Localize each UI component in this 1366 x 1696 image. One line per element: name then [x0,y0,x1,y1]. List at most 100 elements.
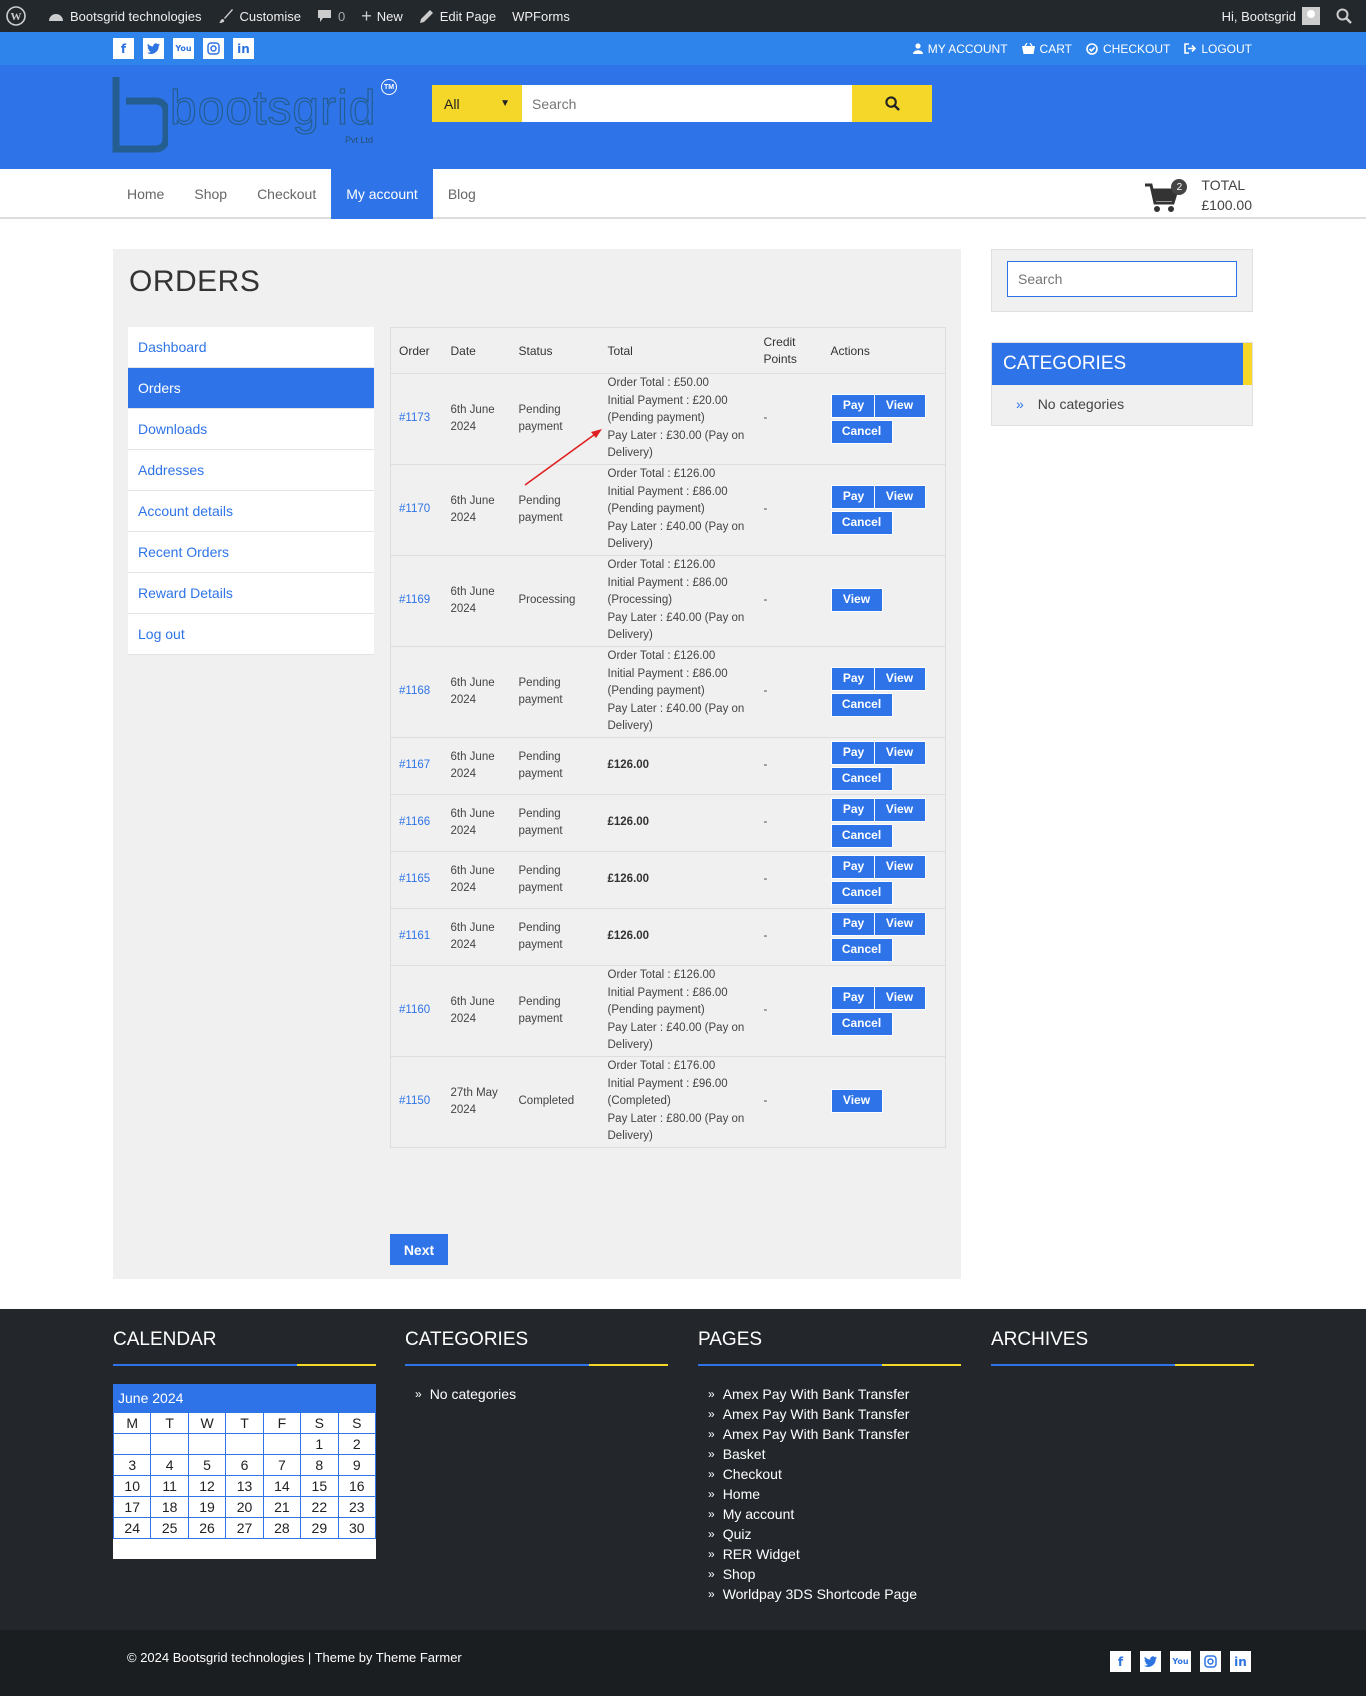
instagram-icon[interactable] [1200,1651,1221,1672]
mini-cart[interactable]: 2 TOTAL £100.00 [1143,175,1252,215]
customise-link[interactable]: Customise [210,0,309,32]
order-number-link[interactable]: #1168 [399,685,430,697]
user-menu[interactable]: Hi, Bootsgrid [1214,0,1328,32]
comments-link[interactable]: 0 [309,0,353,32]
my-account-link[interactable]: MY ACCOUNT [912,42,1008,56]
next-page-button[interactable]: Next [390,1234,448,1265]
edit-page-link[interactable]: Edit Page [411,0,504,32]
cancel-order-button[interactable]: Cancel [830,1012,893,1036]
account-nav-account-details[interactable]: Account details [128,491,374,532]
facebook-icon[interactable]: f [113,38,134,59]
category-select[interactable]: All ▼ [432,85,522,122]
nav-item-shop[interactable]: Shop [179,169,242,219]
nav-item-checkout[interactable]: Checkout [242,169,331,219]
view-order-button[interactable]: View [873,986,926,1010]
view-order-button[interactable]: View [873,798,926,822]
nav-item-my-account[interactable]: My account [331,169,433,219]
footer-page-link[interactable]: » Basket [698,1444,961,1464]
col-total: Total [599,327,756,374]
order-number-link[interactable]: #1173 [399,412,430,424]
view-order-button[interactable]: View [830,1089,883,1113]
order-number-link[interactable]: #1165 [399,873,430,885]
footer-page-link[interactable]: » Home [698,1484,961,1504]
site-name-link[interactable]: Bootsgrid technologies [40,0,210,32]
cancel-order-button[interactable]: Cancel [830,511,893,535]
wordpress-logo-icon[interactable]: W [0,0,40,32]
twitter-icon[interactable] [143,38,164,59]
footer-page-link[interactable]: » Amex Pay With Bank Transfer [698,1404,961,1424]
pay-order-button[interactable]: Pay [830,986,877,1010]
footer-page-link[interactable]: » Shop [698,1564,961,1584]
footer-archives-title: ARCHIVES [991,1329,1089,1350]
order-number-link[interactable]: #1169 [399,594,430,606]
account-nav-addresses[interactable]: Addresses [128,450,374,491]
facebook-icon[interactable]: f [1110,1651,1131,1672]
order-number-link[interactable]: #1160 [399,1004,430,1016]
checkout-link[interactable]: CHECKOUT [1086,42,1170,56]
view-order-button[interactable]: View [873,912,926,936]
account-nav-dashboard[interactable]: Dashboard [128,327,374,368]
linkedin-icon[interactable]: in [233,38,254,59]
admin-search-icon[interactable] [1328,0,1366,32]
view-order-button[interactable]: View [873,667,926,691]
account-nav-log-out[interactable]: Log out [128,614,374,655]
view-order-button[interactable]: View [830,588,883,612]
nav-item-home[interactable]: Home [112,169,179,219]
footer-page-link[interactable]: » RER Widget [698,1544,961,1564]
view-order-button[interactable]: View [873,394,926,418]
pay-order-button[interactable]: Pay [830,667,877,691]
site-logo[interactable]: bootsgrid Pvt Ltd TM [112,73,402,161]
order-number-link[interactable]: #1167 [399,759,430,771]
nav-item-blog[interactable]: Blog [433,169,491,219]
cancel-order-button[interactable]: Cancel [830,693,893,717]
footer-page-link[interactable]: » Worldpay 3DS Shortcode Page [698,1584,961,1604]
account-nav-reward-details[interactable]: Reward Details [128,573,374,614]
pay-order-button[interactable]: Pay [830,855,877,879]
youtube-icon[interactable]: You [1170,1651,1191,1672]
pay-order-button[interactable]: Pay [830,912,877,936]
calendar-month: June 2024 [113,1384,376,1412]
pay-order-button[interactable]: Pay [830,741,877,765]
cart-link[interactable]: CART [1021,42,1072,56]
order-actions: Pay View Cancel [830,852,931,908]
cancel-order-button[interactable]: Cancel [830,938,893,962]
search-input[interactable] [522,85,852,122]
footer-page-link[interactable]: » Quiz [698,1524,961,1544]
cancel-order-button[interactable]: Cancel [830,881,893,905]
twitter-icon[interactable] [1140,1651,1161,1672]
order-number-link[interactable]: #1150 [399,1095,430,1107]
footer-page-link[interactable]: » Amex Pay With Bank Transfer [698,1384,961,1404]
wpforms-link[interactable]: WPForms [504,0,578,32]
footer-page-link[interactable]: » My account [698,1504,961,1524]
view-order-button[interactable]: View [873,741,926,765]
order-credit-points: - [755,646,823,738]
account-nav-recent-orders[interactable]: Recent Orders [128,532,374,573]
order-total-value: £126.00 [607,816,650,829]
sidebar-search-input[interactable] [1007,261,1237,297]
pay-order-button[interactable]: Pay [830,394,877,418]
youtube-icon[interactable]: You [173,38,194,59]
account-nav-orders[interactable]: Orders [128,368,374,409]
pay-order-button[interactable]: Pay [830,798,877,822]
cancel-order-button[interactable]: Cancel [830,767,893,791]
view-order-button[interactable]: View [873,485,926,509]
account-nav-downloads[interactable]: Downloads [128,409,374,450]
logout-link[interactable]: LOGOUT [1184,42,1252,56]
instagram-icon[interactable] [203,38,224,59]
order-number-link[interactable]: #1170 [399,503,430,515]
trademark-badge: TM [381,79,397,95]
order-actions: Pay View Cancel [830,664,931,720]
footer-page-link[interactable]: » Checkout [698,1464,961,1484]
footer-page-link[interactable]: » Amex Pay With Bank Transfer [698,1424,961,1444]
cancel-order-button[interactable]: Cancel [830,420,893,444]
linkedin-icon[interactable]: in [1230,1651,1251,1672]
order-number-link[interactable]: #1166 [399,816,430,828]
view-order-button[interactable]: View [873,855,926,879]
search-button[interactable] [852,85,932,122]
new-link[interactable]: + New [353,0,411,32]
double-chevron-icon: » [1016,396,1024,412]
cancel-order-button[interactable]: Cancel [830,824,893,848]
order-number-link[interactable]: #1161 [399,930,430,942]
calendar-week: 12 [112,1433,377,1455]
pay-order-button[interactable]: Pay [830,485,877,509]
